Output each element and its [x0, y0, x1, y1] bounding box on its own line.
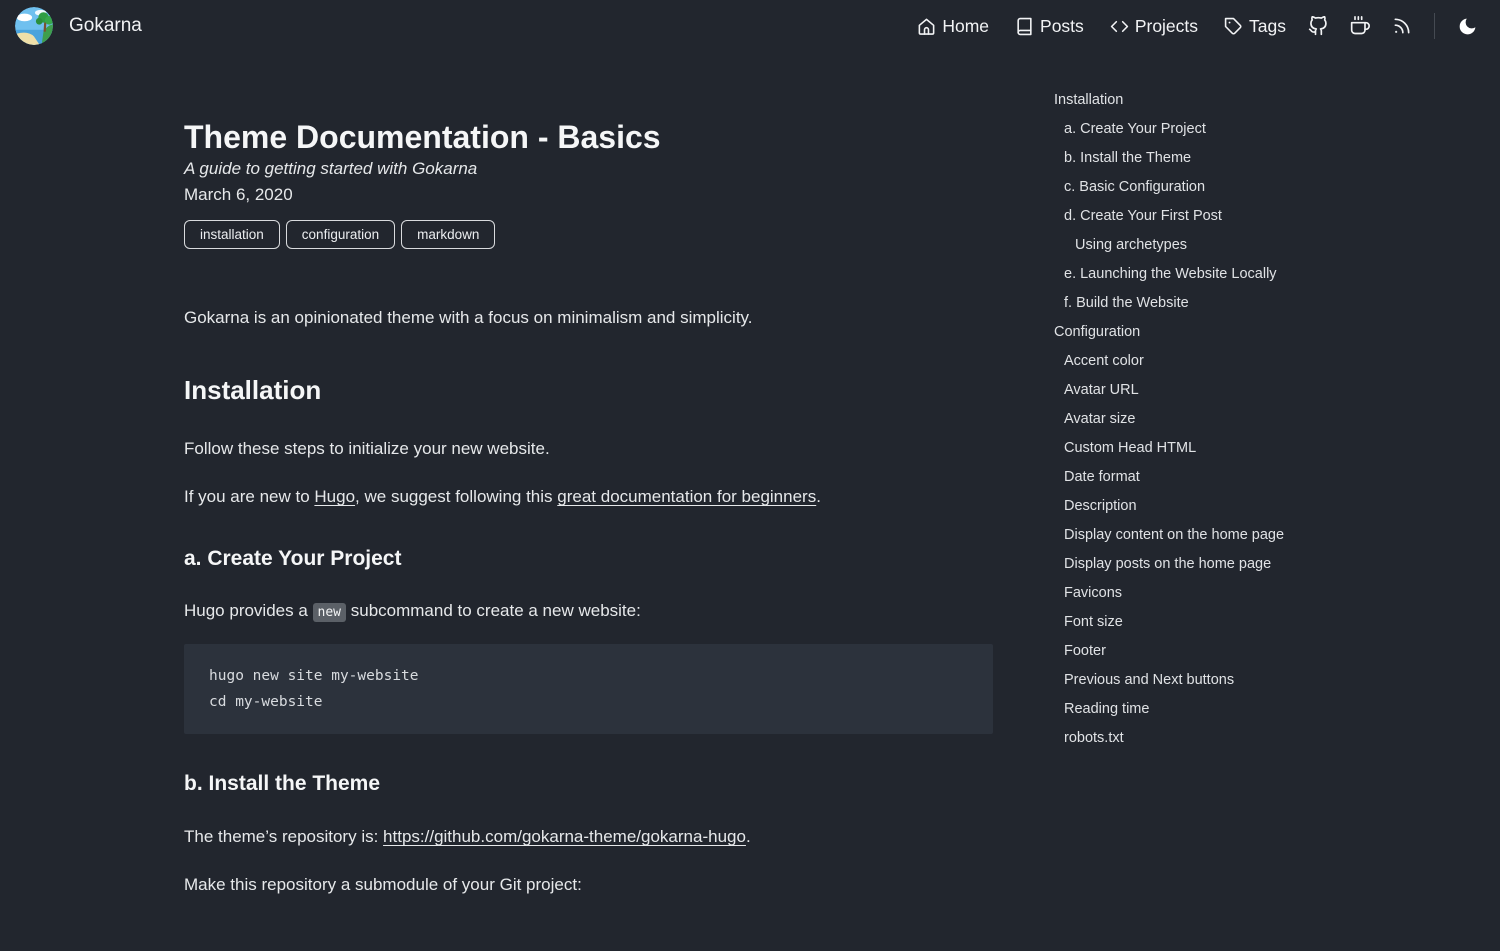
navbar-links: Home Posts Projects Tags: [891, 13, 1478, 39]
toc-item-custom-head-html[interactable]: Custom Head HTML: [1054, 434, 1434, 463]
toc-item-basic-configuration[interactable]: c. Basic Configuration: [1054, 173, 1434, 202]
post-date: March 6, 2020: [184, 182, 993, 208]
github-link[interactable]: [1308, 16, 1328, 36]
toc-item-create-your-project[interactable]: a. Create Your Project: [1054, 115, 1434, 144]
tag-icon: [1224, 17, 1243, 36]
coffee-link[interactable]: [1350, 16, 1370, 36]
toc-item-launching-the-website-locally[interactable]: e. Launching the Website Locally: [1054, 260, 1434, 289]
intro-paragraph: Gokarna is an opinionated theme with a f…: [184, 305, 993, 331]
theme-toggle-button[interactable]: [1457, 16, 1478, 37]
toc-item-font-size[interactable]: Font size: [1054, 608, 1434, 637]
toc-item-build-the-website[interactable]: f. Build the Website: [1054, 289, 1434, 318]
hugo-docs-link[interactable]: great documentation for beginners: [557, 487, 816, 506]
text-fragment: .: [746, 827, 751, 846]
tag-installation[interactable]: installation: [184, 220, 280, 249]
text-fragment: .: [816, 487, 821, 506]
book-icon: [1015, 17, 1034, 36]
toc-item-date-format[interactable]: Date format: [1054, 463, 1434, 492]
toc-item-reading-time[interactable]: Reading time: [1054, 695, 1434, 724]
tag-configuration[interactable]: configuration: [286, 220, 395, 249]
text-fragment: If you are new to: [184, 487, 314, 506]
text-fragment: subcommand to create a new website:: [346, 601, 641, 620]
hugo-paragraph: If you are new to Hugo, we suggest follo…: [184, 484, 993, 510]
page-title: Theme Documentation - Basics: [184, 118, 993, 156]
toc-item-installation[interactable]: Installation: [1054, 86, 1434, 115]
text-fragment: The theme’s repository is:: [184, 827, 383, 846]
toc-item-description[interactable]: Description: [1054, 492, 1434, 521]
nav-link-label: Tags: [1249, 16, 1286, 37]
repository-link[interactable]: https://github.com/gokarna-theme/gokarna…: [383, 827, 746, 846]
code-icon: [1110, 17, 1129, 36]
create-project-heading: a. Create Your Project: [184, 547, 993, 571]
table-of-contents: Installation a. Create Your Project b. I…: [1054, 86, 1434, 753]
article-content: Theme Documentation - Basics A guide to …: [184, 52, 993, 898]
nav-link-projects[interactable]: Projects: [1110, 16, 1198, 37]
nav-link-label: Home: [942, 16, 989, 37]
site-logo-avatar[interactable]: [15, 7, 53, 45]
new-subcommand-paragraph: Hugo provides a new subcommand to create…: [184, 598, 993, 626]
submodule-paragraph: Make this repository a submodule of your…: [184, 872, 993, 898]
home-icon: [917, 17, 936, 36]
top-navbar: Gokarna Home Posts Projects: [0, 0, 1500, 52]
repository-paragraph: The theme’s repository is: https://githu…: [184, 824, 993, 850]
beach-avatar-image: [15, 7, 53, 45]
rss-link[interactable]: [1392, 16, 1412, 36]
toc-item-display-posts-home[interactable]: Display posts on the home page: [1054, 550, 1434, 579]
navbar-divider: [1434, 13, 1435, 39]
nav-link-label: Posts: [1040, 16, 1084, 37]
toc-item-avatar-size[interactable]: Avatar size: [1054, 405, 1434, 434]
nav-link-tags[interactable]: Tags: [1224, 16, 1286, 37]
nav-link-home[interactable]: Home: [917, 16, 989, 37]
nav-link-label: Projects: [1135, 16, 1198, 37]
toc-item-previous-next-buttons[interactable]: Previous and Next buttons: [1054, 666, 1434, 695]
toc-item-using-archetypes[interactable]: Using archetypes: [1054, 231, 1434, 260]
nav-link-posts[interactable]: Posts: [1015, 16, 1084, 37]
installation-heading: Installation: [184, 375, 993, 406]
install-theme-heading: b. Install the Theme: [184, 772, 993, 796]
post-subtitle: A guide to getting started with Gokarna: [184, 156, 993, 182]
toc-item-favicons[interactable]: Favicons: [1054, 579, 1434, 608]
moon-icon: [1457, 16, 1478, 37]
rss-icon: [1392, 16, 1412, 36]
hugo-link[interactable]: Hugo: [314, 487, 355, 506]
toc-item-footer[interactable]: Footer: [1054, 637, 1434, 666]
github-icon: [1308, 16, 1328, 36]
toc-item-configuration[interactable]: Configuration: [1054, 318, 1434, 347]
brand[interactable]: Gokarna: [15, 7, 142, 45]
toc-item-avatar-url[interactable]: Avatar URL: [1054, 376, 1434, 405]
follow-steps-paragraph: Follow these steps to initialize your ne…: [184, 436, 993, 462]
toc-item-display-content-home[interactable]: Display content on the home page: [1054, 521, 1434, 550]
text-fragment: Hugo provides a: [184, 601, 313, 620]
toc-item-create-your-first-post[interactable]: d. Create Your First Post: [1054, 202, 1434, 231]
toc-item-accent-color[interactable]: Accent color: [1054, 347, 1434, 376]
inline-code-new: new: [313, 603, 346, 622]
coffee-icon: [1350, 16, 1370, 36]
code-line: hugo new site my-website: [209, 663, 968, 689]
post-tags: installation configuration markdown: [184, 220, 993, 249]
toc-item-robots-txt[interactable]: robots.txt: [1054, 724, 1434, 753]
brand-name[interactable]: Gokarna: [69, 15, 142, 37]
toc-item-install-the-theme[interactable]: b. Install the Theme: [1054, 144, 1434, 173]
hugo-new-site-code-block: hugo new site my-websitecd my-website: [184, 644, 993, 734]
tag-markdown[interactable]: markdown: [401, 220, 495, 249]
code-line: cd my-website: [209, 689, 968, 715]
text-fragment: , we suggest following this: [355, 487, 557, 506]
